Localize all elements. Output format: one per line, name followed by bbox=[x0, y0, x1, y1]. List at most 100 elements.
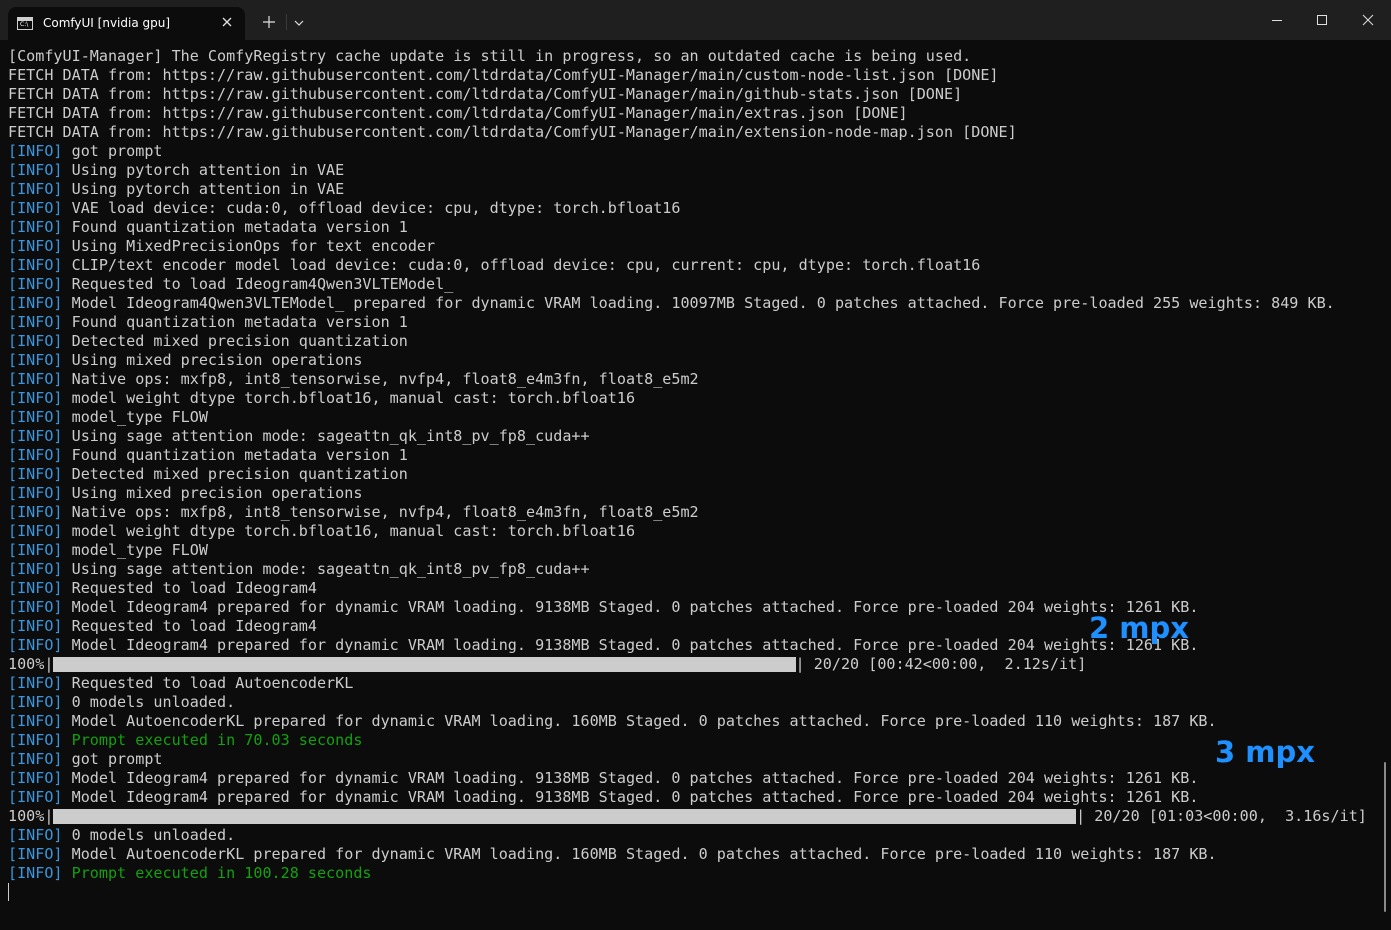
log-level-tag: [INFO] bbox=[8, 750, 63, 768]
log-text: Using pytorch attention in VAE bbox=[62, 161, 345, 179]
maximize-icon bbox=[1317, 15, 1327, 25]
log-level-tag: [INFO] bbox=[8, 275, 63, 293]
log-line: [INFO] Requested to load Ideogram4 bbox=[8, 579, 1367, 598]
log-text: got prompt bbox=[62, 142, 163, 160]
text-cursor bbox=[8, 883, 9, 901]
log-level-tag: [INFO] bbox=[8, 446, 63, 464]
plus-icon bbox=[263, 16, 275, 28]
log-level-tag: [INFO] bbox=[8, 864, 63, 882]
progress-line: 100%| | 20/20 [01:03<00:00, 3.16s/it] bbox=[8, 807, 1367, 826]
close-button[interactable] bbox=[1345, 0, 1391, 40]
minimize-icon bbox=[1272, 20, 1282, 21]
log-level-tag: [INFO] bbox=[8, 617, 63, 635]
log-level-tag: [INFO] bbox=[8, 389, 63, 407]
log-level-tag: [INFO] bbox=[8, 579, 63, 597]
log-line: [ComfyUI-Manager] The ComfyRegistry cach… bbox=[8, 47, 1367, 66]
log-text: Using mixed precision operations bbox=[62, 484, 363, 502]
terminal-output[interactable]: [ComfyUI-Manager] The ComfyRegistry cach… bbox=[0, 40, 1391, 930]
log-level-tag: [INFO] bbox=[8, 484, 63, 502]
log-text: Model Ideogram4 prepared for dynamic VRA… bbox=[62, 636, 1199, 654]
log-line: [INFO] Requested to load AutoencoderKL bbox=[8, 674, 1367, 693]
log-line: [INFO] Model AutoencoderKL prepared for … bbox=[8, 845, 1367, 864]
terminal-lines: [ComfyUI-Manager] The ComfyRegistry cach… bbox=[8, 47, 1367, 883]
log-text: Model Ideogram4 prepared for dynamic VRA… bbox=[62, 598, 1199, 616]
close-icon bbox=[1362, 14, 1374, 26]
log-line: [INFO] Using sage attention mode: sageat… bbox=[8, 427, 1367, 446]
log-level-tag: [INFO] bbox=[8, 712, 63, 730]
log-level-tag: [INFO] bbox=[8, 845, 63, 863]
log-line: [INFO] 0 models unloaded. bbox=[8, 826, 1367, 845]
log-level-tag: [INFO] bbox=[8, 826, 63, 844]
log-text: model_type FLOW bbox=[62, 541, 208, 559]
log-text: FETCH DATA from: https://raw.githubuserc… bbox=[8, 85, 963, 103]
log-line: FETCH DATA from: https://raw.githubuserc… bbox=[8, 123, 1367, 142]
minimize-button[interactable] bbox=[1254, 0, 1300, 40]
maximize-button[interactable] bbox=[1300, 0, 1346, 40]
log-level-tag: [INFO] bbox=[8, 636, 63, 654]
log-line: [INFO] model_type FLOW bbox=[8, 408, 1367, 427]
log-level-tag: [INFO] bbox=[8, 294, 63, 312]
log-success-text: Prompt executed in 70.03 seconds bbox=[62, 731, 363, 749]
log-level-tag: [INFO] bbox=[8, 769, 63, 787]
log-level-tag: [INFO] bbox=[8, 199, 63, 217]
log-text: Native ops: mxfp8, int8_tensorwise, nvfp… bbox=[62, 370, 699, 388]
log-line: [INFO] Model Ideogram4Qwen3VLTEModel_ pr… bbox=[8, 294, 1367, 313]
log-level-tag: [INFO] bbox=[8, 693, 63, 711]
log-level-tag: [INFO] bbox=[8, 161, 63, 179]
log-text: Model Ideogram4 prepared for dynamic VRA… bbox=[62, 769, 1199, 787]
log-line: FETCH DATA from: https://raw.githubuserc… bbox=[8, 104, 1367, 123]
log-line: [INFO] Using MixedPrecisionOps for text … bbox=[8, 237, 1367, 256]
log-text: Found quantization metadata version 1 bbox=[62, 446, 408, 464]
new-tab-button[interactable] bbox=[258, 11, 280, 33]
log-text: 0 models unloaded. bbox=[62, 826, 236, 844]
tab-close-icon[interactable] bbox=[217, 12, 237, 32]
log-level-tag: [INFO] bbox=[8, 427, 63, 445]
log-text: Requested to load Ideogram4 bbox=[62, 617, 317, 635]
log-text: FETCH DATA from: https://raw.githubuserc… bbox=[8, 123, 1017, 141]
log-text: Model Ideogram4Qwen3VLTEModel_ prepared … bbox=[62, 294, 1335, 312]
log-text: Detected mixed precision quantization bbox=[62, 332, 408, 350]
log-level-tag: [INFO] bbox=[8, 522, 63, 540]
log-level-tag: [INFO] bbox=[8, 180, 63, 198]
log-line: [INFO] Using sage attention mode: sageat… bbox=[8, 560, 1367, 579]
log-level-tag: [INFO] bbox=[8, 788, 63, 806]
log-line: [INFO] Detected mixed precision quantiza… bbox=[8, 332, 1367, 351]
log-level-tag: [INFO] bbox=[8, 351, 63, 369]
log-text: model_type FLOW bbox=[62, 408, 208, 426]
log-level-tag: [INFO] bbox=[8, 332, 63, 350]
log-line: [INFO] Native ops: mxfp8, int8_tensorwis… bbox=[8, 503, 1367, 522]
log-line: [INFO] Using mixed precision operations bbox=[8, 484, 1367, 503]
log-text: Model AutoencoderKL prepared for dynamic… bbox=[62, 712, 1217, 730]
log-text: model weight dtype torch.bfloat16, manua… bbox=[62, 389, 636, 407]
tab-dropdown-button[interactable] bbox=[290, 11, 308, 33]
log-level-tag: [INFO] bbox=[8, 237, 63, 255]
log-level-tag: [INFO] bbox=[8, 465, 63, 483]
log-text: FETCH DATA from: https://raw.githubuserc… bbox=[8, 66, 999, 84]
tab-comfyui[interactable]: C:\ ComfyUI [nvidia gpu] bbox=[8, 7, 245, 40]
log-level-tag: [INFO] bbox=[8, 503, 63, 521]
log-text: VAE load device: cuda:0, offload device:… bbox=[62, 199, 681, 217]
title-bar: C:\ ComfyUI [nvidia gpu] bbox=[0, 0, 1391, 40]
log-line: [INFO] model weight dtype torch.bfloat16… bbox=[8, 389, 1367, 408]
log-text: Requested to load Ideogram4Qwen3VLTEMode… bbox=[62, 275, 454, 293]
log-line: [INFO] model weight dtype torch.bfloat16… bbox=[8, 522, 1367, 541]
log-level-tag: [INFO] bbox=[8, 142, 63, 160]
log-level-tag: [INFO] bbox=[8, 370, 63, 388]
log-level-tag: [INFO] bbox=[8, 560, 63, 578]
log-level-tag: [INFO] bbox=[8, 541, 63, 559]
terminal-icon: C:\ bbox=[17, 17, 33, 30]
annotation-3mpx: 3 mpx bbox=[1215, 735, 1315, 769]
log-text: FETCH DATA from: https://raw.githubuserc… bbox=[8, 104, 908, 122]
terminal-window: C:\ ComfyUI [nvidia gpu] [ComfyUI-Manage… bbox=[0, 0, 1391, 930]
progress-percent: 100%| bbox=[8, 655, 54, 673]
log-line: [INFO] Detected mixed precision quantiza… bbox=[8, 465, 1367, 484]
log-text: Using sage attention mode: sageattn_qk_i… bbox=[62, 427, 590, 445]
log-text: Using MixedPrecisionOps for text encoder bbox=[62, 237, 436, 255]
log-text: Using mixed precision operations bbox=[62, 351, 363, 369]
scrollbar-thumb[interactable] bbox=[1384, 762, 1386, 912]
log-level-tag: [INFO] bbox=[8, 313, 63, 331]
log-line: [INFO] Model Ideogram4 prepared for dyna… bbox=[8, 788, 1367, 807]
log-line: [INFO] VAE load device: cuda:0, offload … bbox=[8, 199, 1367, 218]
log-level-tag: [INFO] bbox=[8, 218, 63, 236]
log-text: Detected mixed precision quantization bbox=[62, 465, 408, 483]
